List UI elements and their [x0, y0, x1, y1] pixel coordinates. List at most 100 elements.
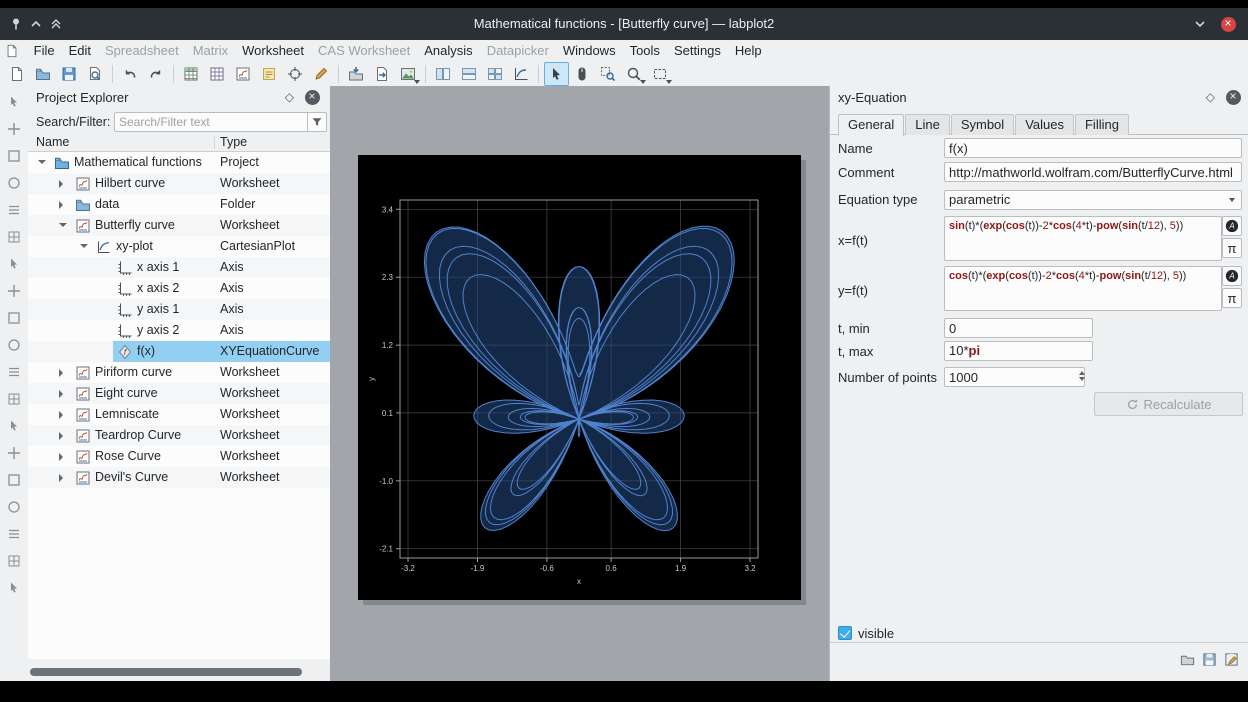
- tab-symbol[interactable]: Symbol: [951, 114, 1014, 135]
- side-tool-cross-icon[interactable]: [6, 283, 22, 299]
- float-panel-icon[interactable]: ◇: [285, 90, 294, 104]
- navigation-mode-button[interactable]: [570, 62, 595, 86]
- insert-function-button[interactable]: A: [1222, 266, 1242, 286]
- tree-row[interactable]: ff(x)XYEquationCurve: [28, 341, 330, 362]
- save-template-icon[interactable]: [1199, 649, 1219, 669]
- menu-cas-worksheet[interactable]: CAS Worksheet: [311, 40, 417, 62]
- tree-column-header[interactable]: Name Type: [28, 134, 330, 152]
- expander-closed-icon[interactable]: [59, 201, 63, 209]
- points-input[interactable]: [944, 367, 1085, 387]
- insert-function-button[interactable]: A: [1222, 216, 1242, 236]
- tab-values[interactable]: Values: [1015, 114, 1074, 135]
- tree-row[interactable]: Teardrop CurveWorksheet: [28, 425, 330, 446]
- spinner-arrows-icon[interactable]: [1079, 369, 1088, 383]
- tree-row[interactable]: Mathematical functionsProject: [28, 152, 330, 173]
- close-panel-icon[interactable]: [1226, 90, 1241, 105]
- expander-closed-icon[interactable]: [59, 411, 63, 419]
- menu-edit[interactable]: Edit: [62, 40, 98, 62]
- points-spinner[interactable]: [944, 367, 1091, 387]
- tree-item-name[interactable]: Hilbert curve: [95, 173, 165, 194]
- column-name[interactable]: Name: [36, 134, 69, 151]
- select-mode-button[interactable]: [544, 62, 569, 86]
- tree-item-name[interactable]: y axis 1: [137, 299, 179, 320]
- side-tool-arrow-icon[interactable]: [6, 418, 22, 434]
- side-tool-grid-icon[interactable]: [6, 553, 22, 569]
- menu-spreadsheet[interactable]: Spreadsheet: [98, 40, 186, 62]
- expander-open-icon[interactable]: [80, 244, 88, 248]
- undo-button[interactable]: [118, 62, 143, 86]
- tree-item-name[interactable]: Mathematical functions: [74, 152, 202, 173]
- menu-datapicker[interactable]: Datapicker: [480, 40, 556, 62]
- export-image-button[interactable]: [396, 62, 421, 86]
- new-note-button[interactable]: [257, 62, 282, 86]
- tree-row[interactable]: y axis 2Axis: [28, 320, 330, 341]
- tree-item-name[interactable]: data: [95, 194, 119, 215]
- side-tool-arrow-icon[interactable]: [6, 580, 22, 596]
- tree-row[interactable]: LemniscateWorksheet: [28, 404, 330, 425]
- tab-general[interactable]: General: [838, 114, 904, 136]
- comment-input[interactable]: [944, 162, 1242, 182]
- draw-button[interactable]: [309, 62, 334, 86]
- select-region-button[interactable]: [648, 62, 673, 86]
- insert-constant-pi-button[interactable]: π: [1222, 238, 1242, 258]
- visible-checkbox[interactable]: [838, 626, 852, 640]
- tree-row[interactable]: xy-plotCartesianPlot: [28, 236, 330, 257]
- tab-filling[interactable]: Filling: [1075, 114, 1129, 135]
- export-button[interactable]: [370, 62, 395, 86]
- menu-windows[interactable]: Windows: [556, 40, 623, 62]
- expander-closed-icon[interactable]: [59, 180, 63, 188]
- recalculate-button[interactable]: Recalculate: [1094, 392, 1243, 416]
- new-plot-button[interactable]: [509, 62, 534, 86]
- expander-closed-icon[interactable]: [59, 453, 63, 461]
- menu-settings[interactable]: Settings: [667, 40, 728, 62]
- tree-item-name[interactable]: Teardrop Curve: [95, 425, 181, 446]
- zoom-button[interactable]: [622, 62, 647, 86]
- tree-row[interactable]: x axis 1Axis: [28, 257, 330, 278]
- expander-closed-icon[interactable]: [59, 390, 63, 398]
- tree-item-name[interactable]: f(x): [137, 341, 155, 362]
- tree-item-name[interactable]: Lemniscate: [95, 404, 159, 425]
- side-tool-circle-icon[interactable]: [6, 175, 22, 191]
- side-tool-square-icon[interactable]: [6, 148, 22, 164]
- menu-worksheet[interactable]: Worksheet: [235, 40, 311, 62]
- tree-item-name[interactable]: Devil's Curve: [95, 467, 168, 488]
- expander-closed-icon[interactable]: [59, 474, 63, 482]
- side-tool-circle-icon[interactable]: [6, 337, 22, 353]
- float-panel-icon[interactable]: ◇: [1206, 90, 1215, 104]
- tree-item-name[interactable]: Butterfly curve: [95, 215, 175, 236]
- horizontal-scrollbar[interactable]: [30, 668, 316, 676]
- tree-row[interactable]: Rose CurveWorksheet: [28, 446, 330, 467]
- x-equation-input[interactable]: sin(t)*(exp(cos(t))-2*cos(4*t)-pow(sin(t…: [944, 216, 1222, 261]
- tmax-input[interactable]: 10*pi: [944, 341, 1093, 361]
- y-equation-input[interactable]: cos(t)*(exp(cos(t))-2*cos(4*t)-pow(sin(t…: [944, 266, 1222, 311]
- load-template-folder-icon[interactable]: [1177, 649, 1197, 669]
- expander-closed-icon[interactable]: [59, 432, 63, 440]
- column-type[interactable]: Type: [220, 134, 247, 151]
- new-datapicker-button[interactable]: [283, 62, 308, 86]
- side-tool-square-icon[interactable]: [6, 472, 22, 488]
- import-data-button[interactable]: [344, 62, 369, 86]
- equation-type-select[interactable]: parametric: [944, 190, 1242, 210]
- tree-item-name[interactable]: y axis 2: [137, 320, 179, 341]
- side-tool-arrow-icon[interactable]: [6, 256, 22, 272]
- tree-item-name[interactable]: Eight curve: [95, 383, 158, 404]
- side-tool-circle-icon[interactable]: [6, 499, 22, 515]
- tree-item-name[interactable]: Rose Curve: [95, 446, 161, 467]
- tree-item-name[interactable]: Piriform curve: [95, 362, 172, 383]
- expander-open-icon[interactable]: [59, 223, 67, 227]
- save-as-template-icon[interactable]: [1221, 649, 1241, 669]
- tree-row[interactable]: Piriform curveWorksheet: [28, 362, 330, 383]
- filter-funnel-icon[interactable]: [307, 112, 327, 132]
- tmin-input[interactable]: [944, 318, 1093, 338]
- menu-help[interactable]: Help: [728, 40, 769, 62]
- zoom-select-mode-button[interactable]: [596, 62, 621, 86]
- side-tool-square-icon[interactable]: [6, 310, 22, 326]
- save-file-button[interactable]: [57, 62, 82, 86]
- side-tool-grid-icon[interactable]: [6, 229, 22, 245]
- collapse-chevron-icon[interactable]: [1192, 16, 1208, 32]
- close-panel-icon[interactable]: [305, 90, 320, 105]
- expander-open-icon[interactable]: [38, 160, 46, 164]
- expander-closed-icon[interactable]: [59, 369, 63, 377]
- tree-item-name[interactable]: x axis 1: [137, 257, 179, 278]
- worksheet-page[interactable]: -3.2-1.9-0.60.61.93.23.42.31.20.1-1.0-2.…: [358, 155, 801, 600]
